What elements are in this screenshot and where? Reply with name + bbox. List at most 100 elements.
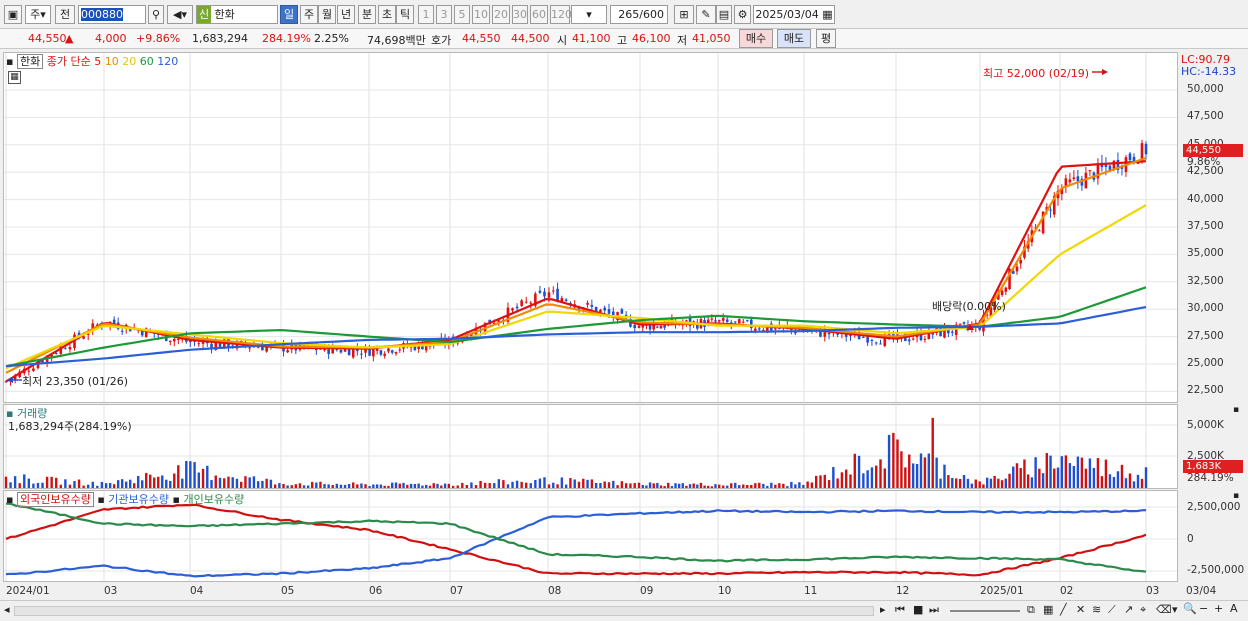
calculator-icon[interactable]: ▦ xyxy=(8,71,21,84)
x-axis-label: 10 xyxy=(718,585,732,597)
volume-bar xyxy=(41,482,44,488)
volume-bar xyxy=(82,485,85,488)
x-axis-label: 09 xyxy=(640,585,654,597)
volume-bar xyxy=(45,476,49,488)
volume-bar xyxy=(479,480,482,488)
volume-bar xyxy=(699,482,703,488)
volume-bar xyxy=(1053,468,1056,488)
zoom-out-icon[interactable]: − xyxy=(1199,602,1208,615)
grid-icon[interactable]: ▦ xyxy=(1043,603,1053,616)
volume-bar xyxy=(989,478,993,488)
volume-bar xyxy=(440,485,443,488)
low-annotation: 최저 23,350 (01/26) xyxy=(22,375,129,388)
volume-bar xyxy=(782,483,785,488)
x-axis-label: 04 xyxy=(190,585,204,597)
text-tool-icon[interactable]: ⌖ xyxy=(1140,603,1146,617)
volume-bar xyxy=(1060,456,1064,488)
volume-bar xyxy=(497,479,501,488)
volume-bar xyxy=(778,483,781,488)
play-icon[interactable]: ▸ xyxy=(880,603,886,616)
volume-bar xyxy=(754,483,757,488)
ma-line-5 xyxy=(5,160,1147,383)
volume-bar xyxy=(506,484,510,488)
holding-line-1 xyxy=(5,509,1147,578)
price-ytick: 35,000 xyxy=(1187,247,1224,260)
volume-bar xyxy=(1049,455,1052,488)
volume-bar xyxy=(409,483,413,488)
tools-menu-icon[interactable]: ▾ xyxy=(1172,603,1178,616)
candle-body xyxy=(520,300,523,306)
volume-bar xyxy=(648,482,652,488)
panel-close-icon[interactable]: ▪ xyxy=(1233,405,1239,415)
arrow-tool-icon[interactable]: ↗ xyxy=(1124,603,1133,616)
volume-bar xyxy=(943,464,946,488)
candle-body xyxy=(1049,209,1052,211)
volume-bar xyxy=(116,480,120,488)
volume-bar xyxy=(703,485,706,488)
draw-icon[interactable]: ✕ xyxy=(1076,603,1085,616)
panel-close-icon[interactable]: ▪ xyxy=(1233,491,1239,501)
candle-body xyxy=(394,351,398,354)
volume-bar xyxy=(904,467,907,488)
volume-bar xyxy=(59,484,62,488)
price-ytick: 30,000 xyxy=(1187,302,1224,315)
zoom-search-icon[interactable]: 🔍 xyxy=(1183,602,1197,615)
volume-bar xyxy=(511,481,514,488)
eraser-icon[interactable]: ⌫ xyxy=(1156,603,1172,616)
stop-icon[interactable]: ■ xyxy=(913,603,923,616)
volume-bar xyxy=(112,484,116,488)
horizontal-scrollbar[interactable] xyxy=(14,606,874,616)
candle-body xyxy=(620,309,624,314)
volume-bar xyxy=(1140,478,1144,488)
volume-bar xyxy=(323,484,326,488)
volume-bar xyxy=(1116,471,1120,488)
candle-body xyxy=(82,336,85,339)
volume-bar xyxy=(547,484,551,488)
volume-bar xyxy=(758,482,761,488)
volume-bar xyxy=(413,484,417,488)
volume-bar xyxy=(1136,474,1140,488)
volume-bar xyxy=(762,483,765,488)
volume-bar xyxy=(278,483,281,488)
volume-bar xyxy=(607,482,611,488)
volume-bar xyxy=(1026,474,1030,488)
volume-bar xyxy=(100,481,104,488)
price-ytick: 40,000 xyxy=(1187,192,1224,205)
volume-bar xyxy=(815,475,818,488)
volume-bar xyxy=(23,474,26,488)
candle-body xyxy=(27,370,31,372)
font-size-icon[interactable]: A xyxy=(1230,602,1238,615)
individual-holding-label[interactable]: 개인보유수량 xyxy=(183,493,244,506)
volume-bar xyxy=(248,477,251,488)
x-axis-label: 03 xyxy=(1146,585,1160,597)
volume-bar xyxy=(104,483,108,488)
fibonacci-icon[interactable]: ≋ xyxy=(1092,603,1101,616)
zoom-slider[interactable] xyxy=(950,610,1020,612)
zoom-in-icon[interactable]: + xyxy=(1214,602,1223,615)
rewind-icon[interactable]: ⏮ xyxy=(895,603,905,617)
volume-bar xyxy=(718,484,721,488)
foreign-holding-label[interactable]: 외국인보유수량 xyxy=(16,492,94,507)
volume-bar xyxy=(560,477,564,488)
candle-body xyxy=(286,350,289,353)
volume-bar xyxy=(339,484,343,488)
institution-holding-label[interactable]: 기관보유수량 xyxy=(108,493,169,506)
volume-bar xyxy=(157,476,160,488)
volume-bar xyxy=(189,461,192,488)
fast-forward-icon[interactable]: ⏭ xyxy=(929,603,939,617)
volume-bar xyxy=(993,475,996,488)
volume-bar xyxy=(746,484,749,488)
line-tool-icon[interactable]: ╱ xyxy=(1060,603,1067,616)
layout-icon[interactable]: ⧉ xyxy=(1027,603,1035,617)
volume-bar xyxy=(379,484,383,488)
candle-body xyxy=(1019,260,1023,264)
candle-body xyxy=(248,347,251,349)
volume-bar xyxy=(252,476,256,488)
volume-bar xyxy=(269,479,273,488)
price-panel-title[interactable]: 한화 xyxy=(16,54,44,69)
candle-body xyxy=(733,321,737,323)
volume-bar xyxy=(738,485,741,488)
trend-icon[interactable]: ⟋ xyxy=(1108,603,1116,617)
volume-bar xyxy=(391,482,394,488)
scroll-left-icon[interactable]: ◂ xyxy=(4,603,10,616)
